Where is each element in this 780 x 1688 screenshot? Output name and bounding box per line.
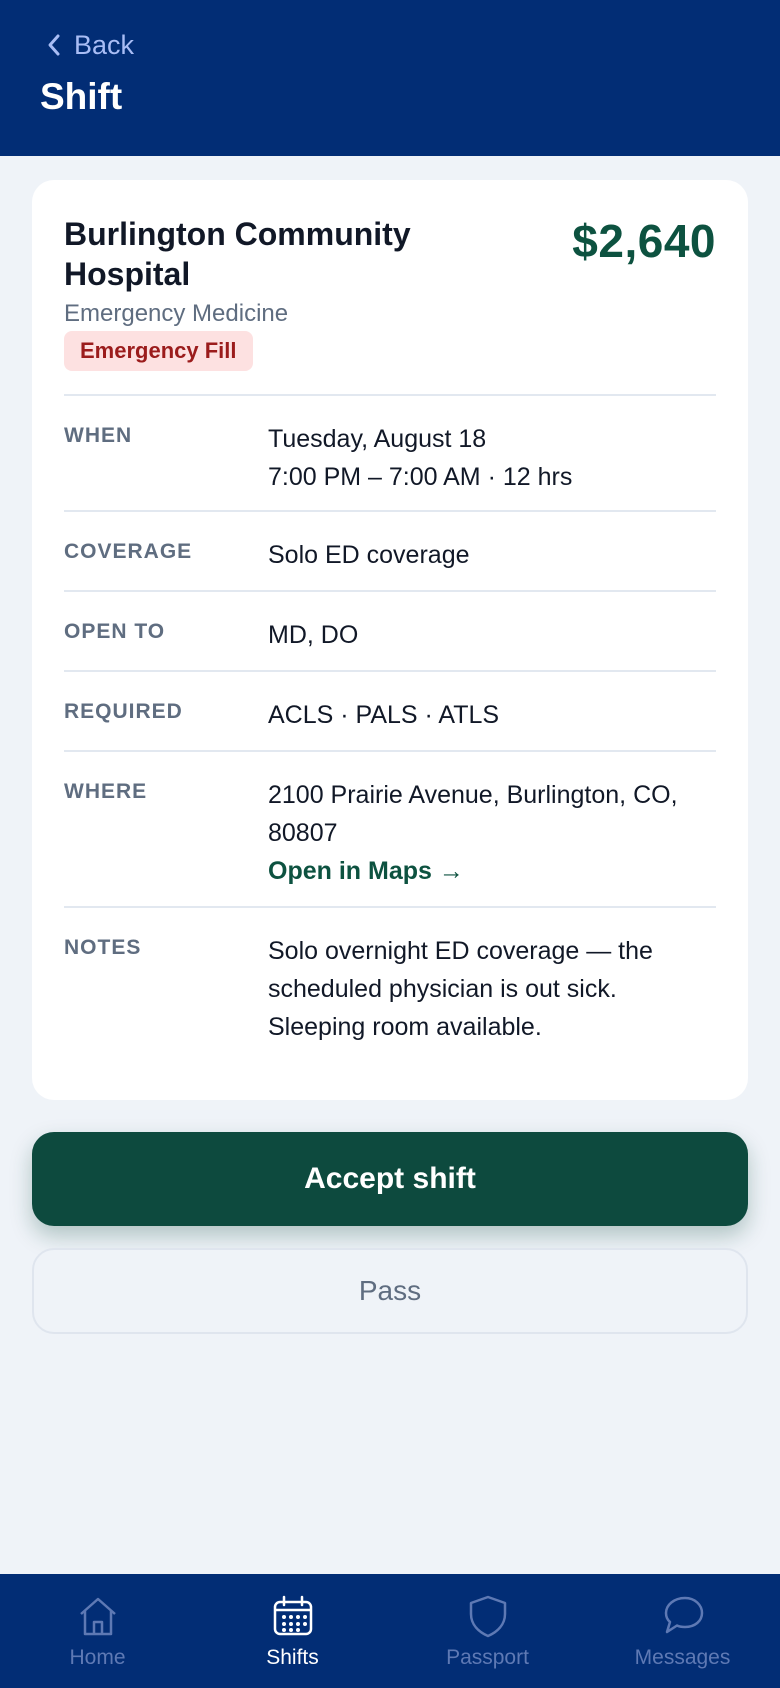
detail-value: Solo ED coverage — [268, 541, 470, 569]
detail-value: 2100 Prairie Avenue, Burlington, CO, 808… — [268, 776, 716, 890]
detail-value: Tuesday, August 18 7:00 PM – 7:00 AM · 1… — [268, 420, 716, 496]
shift-time: 7:00 PM – 7:00 AM · 12 hrs — [268, 463, 573, 491]
tab-label: Home — [69, 1646, 126, 1669]
detail-label: OPEN TO — [64, 620, 166, 643]
detail-row-where: WHERE 2100 Prairie Avenue, Burlington, C… — [64, 752, 716, 908]
back-button[interactable]: Back — [44, 28, 134, 62]
tab-label: Passport — [446, 1646, 529, 1669]
tab-passport[interactable]: Passport — [390, 1574, 585, 1688]
calendar-icon — [273, 1595, 312, 1636]
shift-card: Burlington Community Hospital $2,640 Eme… — [32, 180, 748, 1100]
tab-shifts[interactable]: Shifts — [195, 1574, 390, 1688]
tab-label: Shifts — [266, 1646, 319, 1669]
open-in-maps-link[interactable]: Open in Maps → — [268, 852, 716, 890]
detail-row-open-to: OPEN TO MD, DO — [64, 592, 716, 672]
specialty-label: Emergency Medicine — [64, 300, 289, 327]
detail-label: NOTES — [64, 936, 142, 959]
chevron-left-icon — [48, 34, 60, 56]
detail-label: COVERAGE — [64, 540, 193, 563]
detail-row-coverage: COVERAGE Solo ED coverage — [64, 512, 716, 592]
detail-value: MD, DO — [268, 621, 359, 649]
tab-label: Messages — [634, 1646, 731, 1669]
header-bar: Back Shift — [0, 0, 780, 156]
detail-row-required: REQUIRED ACLS · PALS · ATLS — [64, 672, 716, 752]
tab-home[interactable]: Home — [0, 1574, 195, 1688]
detail-label: REQUIRED — [64, 700, 183, 723]
detail-row-notes: NOTES Solo overnight ED coverage — the s… — [64, 908, 716, 1058]
detail-value: Solo overnight ED coverage — the schedul… — [268, 937, 653, 1041]
shield-icon — [469, 1595, 506, 1638]
tab-messages[interactable]: Messages — [585, 1574, 780, 1688]
detail-value: ACLS · PALS · ATLS — [268, 701, 500, 729]
bottom-tab-bar: Home Shifts Passport Messages — [0, 1574, 780, 1688]
shift-price: $2,640 — [572, 215, 716, 267]
detail-label: WHERE — [64, 780, 148, 803]
page-title: Shift — [40, 76, 123, 117]
status-badge: Emergency Fill — [64, 331, 253, 371]
detail-row-when: WHEN Tuesday, August 18 7:00 PM – 7:00 A… — [64, 396, 716, 512]
facility-name: Burlington Community Hospital — [64, 216, 411, 292]
detail-label: WHEN — [64, 424, 133, 447]
address-text: 2100 Prairie Avenue, Burlington, CO, 808… — [268, 781, 678, 847]
home-icon — [79, 1597, 116, 1636]
pass-button[interactable]: Pass — [32, 1248, 748, 1334]
app-screen: Back Shift Burlington Community Hospital… — [0, 0, 780, 1688]
accept-shift-button[interactable]: Accept shift — [32, 1132, 748, 1226]
back-label: Back — [74, 29, 135, 60]
chat-bubble-icon — [664, 1596, 703, 1634]
shift-date: Tuesday, August 18 — [268, 425, 487, 453]
